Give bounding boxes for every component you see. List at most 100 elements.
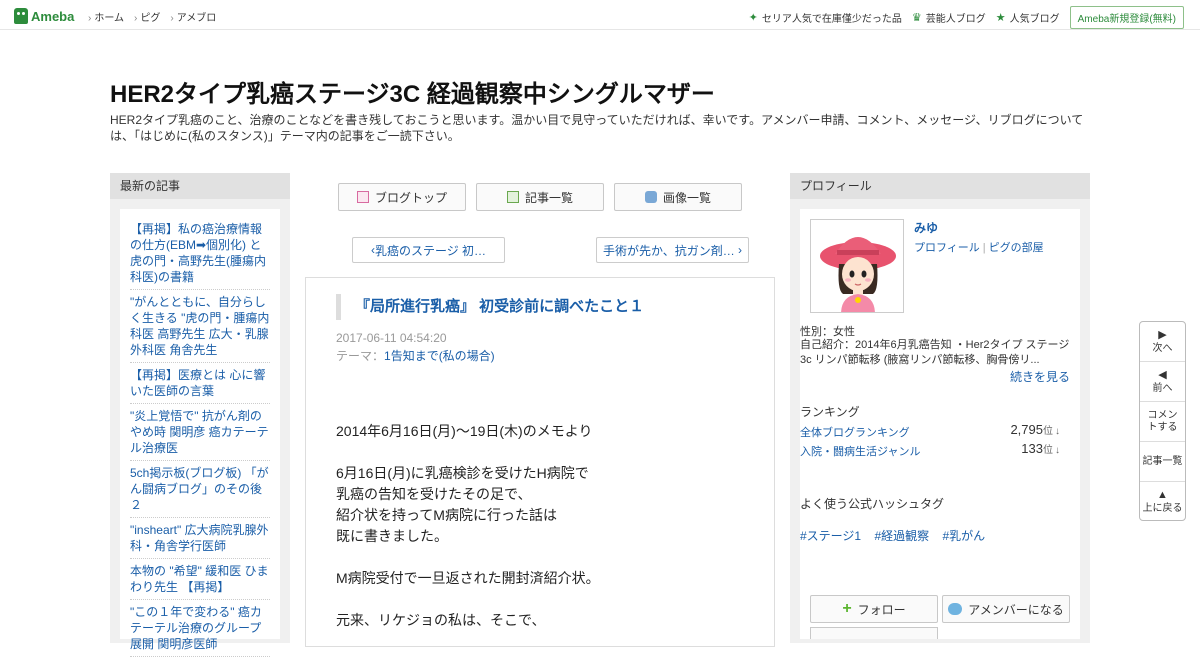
nav-pigg[interactable]: ピグ	[134, 9, 160, 24]
blog-description: HER2タイプ乳癌のこと、治療のことなどを書き残しておこうと思います。温かい目で…	[110, 113, 1084, 143]
ranking-heading: ランキング	[800, 405, 860, 419]
trending-link[interactable]: ✦ セリア人気で在庫僅少だった品	[749, 10, 902, 25]
next-article-link[interactable]: 手術が先か、抗ガン剤… ›	[596, 237, 749, 263]
body-line: 乳癌の告知を受けたその足で、	[336, 486, 532, 502]
profile-gender: 性別：女性	[800, 326, 855, 338]
recent-post-link[interactable]: "がんとともに、自分らしく生きる "虎の門・腫瘍内科医 高野先生 広大・乳腺外科…	[130, 292, 270, 363]
ranking-row-overall[interactable]: 全体ブログランキング 2,795位 ↓	[800, 422, 1060, 440]
ranking-row-genre[interactable]: 入院・闘病生活ジャンル 133位 ↓	[800, 441, 1060, 459]
pigg-room-link[interactable]: ピグの部屋	[989, 242, 1044, 254]
article-body: 2014年6月16日(月)～19日(木)のメモより 6月16日(月)に乳癌検診を…	[336, 421, 746, 631]
floating-nav: ▶ 次へ ◀ 前へ コメントする 記事一覧 ▲ 上に戻る	[1139, 321, 1186, 521]
popular-blog-link[interactable]: ★ 人気ブログ	[996, 10, 1060, 25]
image-list-button[interactable]: 画像一覧	[614, 183, 742, 211]
theme-link[interactable]: 1告知まで(私の場合)	[384, 349, 495, 363]
nav-ameblo[interactable]: アメブロ	[170, 9, 217, 24]
document-icon	[356, 191, 369, 203]
camera-icon	[644, 191, 657, 203]
celebrity-label: 芸能人ブログ	[925, 14, 986, 25]
chevron-right-icon: ›	[734, 243, 743, 257]
article-theme: テーマ：1告知まで(私の場合)	[336, 347, 495, 364]
recent-post-link[interactable]: 本物の "希望" 緩和医 ひまわり先生 【再掲】	[130, 561, 270, 600]
ranking-value: 133位 ↓	[1021, 441, 1060, 456]
hashtag-link[interactable]: #乳がん	[942, 529, 985, 543]
hashtag-link[interactable]: #経過観察	[874, 529, 929, 543]
top-nav: ホーム ピグ アメブロ	[88, 9, 226, 24]
copy-icon	[506, 191, 519, 203]
body-line: 6月16日(月)に乳癌検診を受けたH病院で	[336, 465, 589, 481]
ranking-label: 入院・闘病生活ジャンル	[800, 446, 921, 458]
recent-post-link[interactable]: 【再掲】医療とは 心に響いた医師の言葉	[130, 365, 270, 404]
top-bar: Ameba ホーム ピグ アメブロ ✦ セリア人気で在庫僅少だった品 ♛ 芸能人…	[0, 0, 1200, 30]
next-post-button[interactable]: ▶ 次へ	[1140, 322, 1185, 362]
top-right-links: ✦ セリア人気で在庫僅少だった品 ♛ 芸能人ブログ ★ 人気ブログ Ameba新…	[749, 6, 1184, 29]
article-date: 2017-06-11 04:54:20	[336, 331, 447, 345]
amember-label: アメンバーになる	[968, 602, 1064, 617]
ranking-label: 全体ブログランキング	[800, 427, 910, 439]
read-more-link[interactable]: 続きを見る	[1010, 368, 1070, 385]
up-icon: ▲	[1157, 489, 1168, 501]
prev-article-link[interactable]: ‹ 乳癌のステージ 初…	[352, 237, 505, 263]
profile-link[interactable]: プロフィール	[914, 242, 980, 254]
message-button[interactable]	[810, 627, 938, 639]
article-pager: ‹ 乳癌のステージ 初… 手術が先か、抗ガン剤… ›	[352, 237, 749, 263]
amember-button[interactable]: アメンバーになる	[942, 595, 1070, 623]
recent-post-link[interactable]: "insheart" 広大病院乳腺外科・角舎学行医師	[130, 520, 270, 559]
register-button[interactable]: Ameba新規登録(無料)	[1069, 6, 1184, 29]
recent-posts-heading: 最新の記事	[110, 173, 290, 199]
article-title[interactable]: 『局所進行乳癌』 初受診前に調べたこと１	[336, 294, 644, 320]
article-list-label: 記事一覧	[524, 190, 573, 205]
celebrity-blog-link[interactable]: ♛ 芸能人ブログ	[912, 10, 986, 25]
star-icon: ★	[995, 12, 1006, 24]
prev-icon: ◀	[1158, 368, 1167, 381]
image-list-label: 画像一覧	[662, 190, 711, 205]
recent-post-link[interactable]: 5ch掲示板(ブログ板) 「がん闘病ブログ」のその後２	[130, 463, 270, 518]
article-list-float-button[interactable]: 記事一覧	[1140, 442, 1185, 482]
rank-arrow: ↓	[1055, 445, 1060, 456]
comment-button[interactable]: コメントする	[1140, 402, 1185, 442]
article-list-button[interactable]: 記事一覧	[476, 183, 604, 211]
body-line: 紹介状を持ってM病院に行った話は	[336, 507, 557, 523]
crown-icon: ♛	[911, 12, 922, 24]
chat-icon	[948, 603, 963, 615]
next-icon: ▶	[1158, 328, 1167, 341]
prev-post-button[interactable]: ◀ 前へ	[1140, 362, 1185, 402]
follow-button[interactable]: + フォロー	[810, 595, 938, 623]
avatar-image	[811, 220, 903, 312]
rank-number: 2,795	[1010, 422, 1043, 437]
blog-title[interactable]: HER2タイプ乳癌ステージ3C 経過観察中シングルマザー	[110, 74, 715, 109]
back-to-top-button[interactable]: ▲ 上に戻る	[1140, 482, 1185, 522]
hashtag-link[interactable]: #ステージ1	[800, 529, 861, 543]
body-line	[336, 589, 746, 610]
blog-top-button[interactable]: ブログトップ	[338, 183, 466, 211]
avatar[interactable]	[810, 219, 904, 313]
rank-arrow: ↓	[1055, 426, 1060, 437]
body-line: 2014年6月16日(月)～19日(木)のメモより	[336, 423, 593, 439]
hashtag-list: #ステージ1 #経過観察 #乳がん	[800, 527, 995, 544]
theme-label: テーマ：	[336, 349, 385, 363]
recent-post-link[interactable]: 【再掲】私の癌治療情報の仕方(EBM➡個別化) と虎の門・高野先生(腫瘍内科医)…	[130, 219, 270, 290]
profile-intro: 自己紹介：2014年6月乳癌告知 ・Her2タイプ ステージ3c リンパ節転移 …	[800, 339, 1070, 366]
logo-text: Ameba	[31, 8, 75, 24]
profile-links: プロフィール | ピグの部屋	[914, 239, 1044, 255]
prev-label: 前へ	[1152, 382, 1173, 394]
ameba-logo[interactable]: Ameba	[14, 7, 74, 25]
rank-number: 133	[1021, 441, 1043, 456]
next-article-label: 手術が先か、抗ガン剤…	[602, 243, 735, 258]
prev-article-label: 乳癌のステージ 初…	[374, 243, 487, 258]
body-line	[336, 547, 746, 568]
sparkle-icon: ✦	[748, 12, 758, 24]
blog-top-label: ブログトップ	[374, 190, 447, 205]
recent-post-link[interactable]: "炎上覚悟で" 抗がん剤のやめ時 関明彦 癌カテーテル治療医	[130, 406, 270, 461]
back-to-top-label: 上に戻る	[1142, 503, 1183, 514]
next-label: 次へ	[1152, 342, 1173, 354]
article-list-float-label: 記事一覧	[1142, 455, 1183, 467]
profile-name[interactable]: みゆ	[914, 219, 938, 236]
body-line: 既に書きました。	[336, 528, 448, 544]
link-separator: |	[982, 242, 986, 254]
profile-panel: みゆ プロフィール | ピグの部屋 性別：女性 自己紹介：2014年6月乳癌告知 ・…	[800, 209, 1080, 639]
profile-heading: プロフィール	[790, 173, 1090, 199]
follow-label: フォロー	[857, 602, 906, 617]
popular-label: 人気ブログ	[1009, 14, 1060, 25]
nav-home[interactable]: ホーム	[88, 9, 124, 24]
